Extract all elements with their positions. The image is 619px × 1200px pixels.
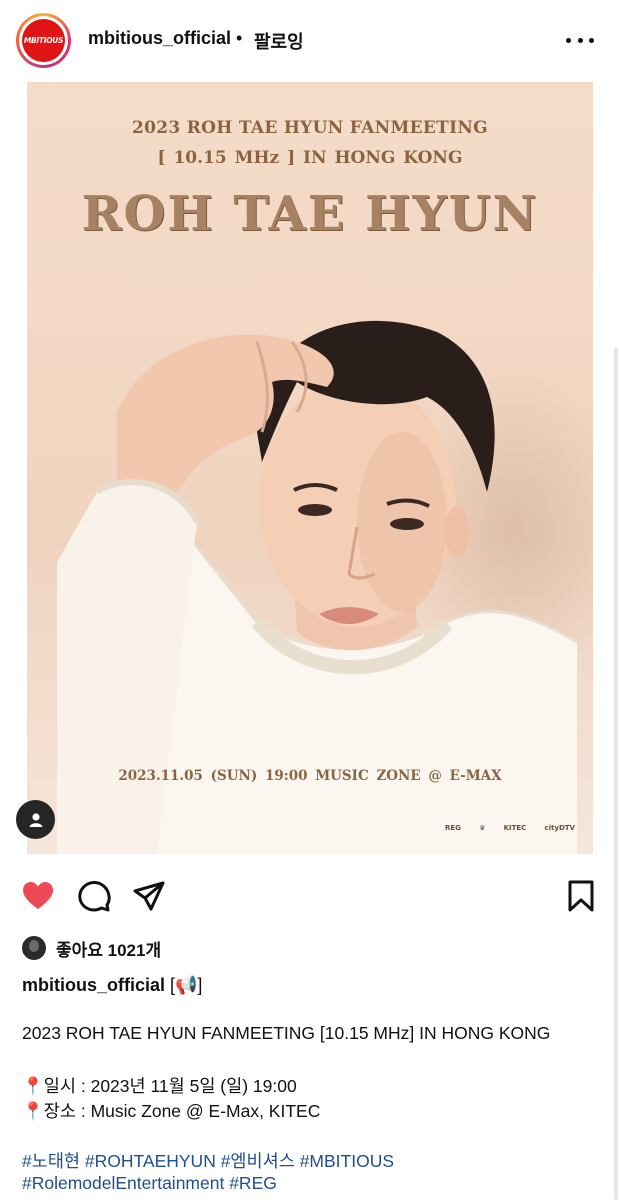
comment-icon[interactable] [76, 878, 112, 914]
post-image[interactable]: 2023 ROH TAE HYUN FANMEETING [ 10.15 MHz… [27, 82, 593, 854]
likes-count: 좋아요 1021개 [56, 940, 162, 960]
more-options-icon[interactable] [566, 26, 594, 54]
profile-avatar[interactable]: MBITIOUS [16, 13, 71, 68]
sponsor-logos: REG ♛ KITEC cityDTV [445, 820, 575, 836]
poster-subtitle: [ 10.15 MHz ] IN HONG KONG [157, 148, 463, 168]
pin-icon: 📍 [22, 1101, 44, 1121]
brand-logo: MBITIOUS [22, 19, 65, 62]
post-header: MBITIOUS mbitious_official • 팔로잉 [0, 0, 619, 82]
liker-avatar [22, 936, 46, 960]
caption-header-text: [📢] [170, 975, 203, 995]
bookmark-icon[interactable] [563, 878, 599, 914]
caption-date-text: 일시 : 2023년 11월 5일 (일) 19:00 [43, 1076, 297, 1096]
poster-artist-name: ROH TAE HYUN [81, 186, 539, 242]
following-button[interactable]: 팔로잉 [254, 28, 304, 54]
separator-dot: • [236, 28, 243, 48]
tagged-user-icon[interactable] [16, 800, 55, 839]
caption-username[interactable]: mbitious_official [22, 975, 165, 996]
hashtags-line-2[interactable]: #RolemodelEntertainment #REG [22, 1173, 277, 1194]
sponsor-logo-crown: ♛ [479, 824, 486, 832]
heart-filled-icon[interactable] [20, 878, 56, 914]
caption-line-date: 📍일시 : 2023년 11월 5일 (일) 19:00 [22, 1073, 297, 1098]
scrollbar[interactable] [614, 348, 618, 1200]
caption-line-place: 📍장소 : Music Zone @ E-Max, KITEC [22, 1098, 320, 1123]
caption-place-text: 장소 : Music Zone @ E-Max, KITEC [43, 1101, 321, 1121]
send-icon[interactable] [131, 878, 167, 914]
likes-row[interactable]: 좋아요 1021개 [22, 936, 161, 960]
sponsor-logo-reg: REG [445, 824, 461, 832]
sponsor-logo-kitec: KITEC [503, 824, 527, 832]
pin-icon: 📍 [22, 1076, 44, 1096]
poster-title: 2023 ROH TAE HYUN FANMEETING [131, 118, 488, 138]
action-bar [0, 870, 619, 920]
post-username[interactable]: mbitious_official [88, 28, 231, 49]
sponsor-logo-city: cityDTV [544, 824, 575, 832]
caption-line-title: 2023 ROH TAE HYUN FANMEETING [10.15 MHz]… [22, 1023, 551, 1043]
poster-event-info: 2023.11.05 (SUN) 19:00 MUSIC ZONE @ E-MA… [118, 768, 502, 784]
artist-portrait [57, 320, 577, 854]
hashtags-line-1[interactable]: #노태현 #ROHTAEHYUN #엠비셔스 #MBITIOUS [22, 1148, 394, 1173]
